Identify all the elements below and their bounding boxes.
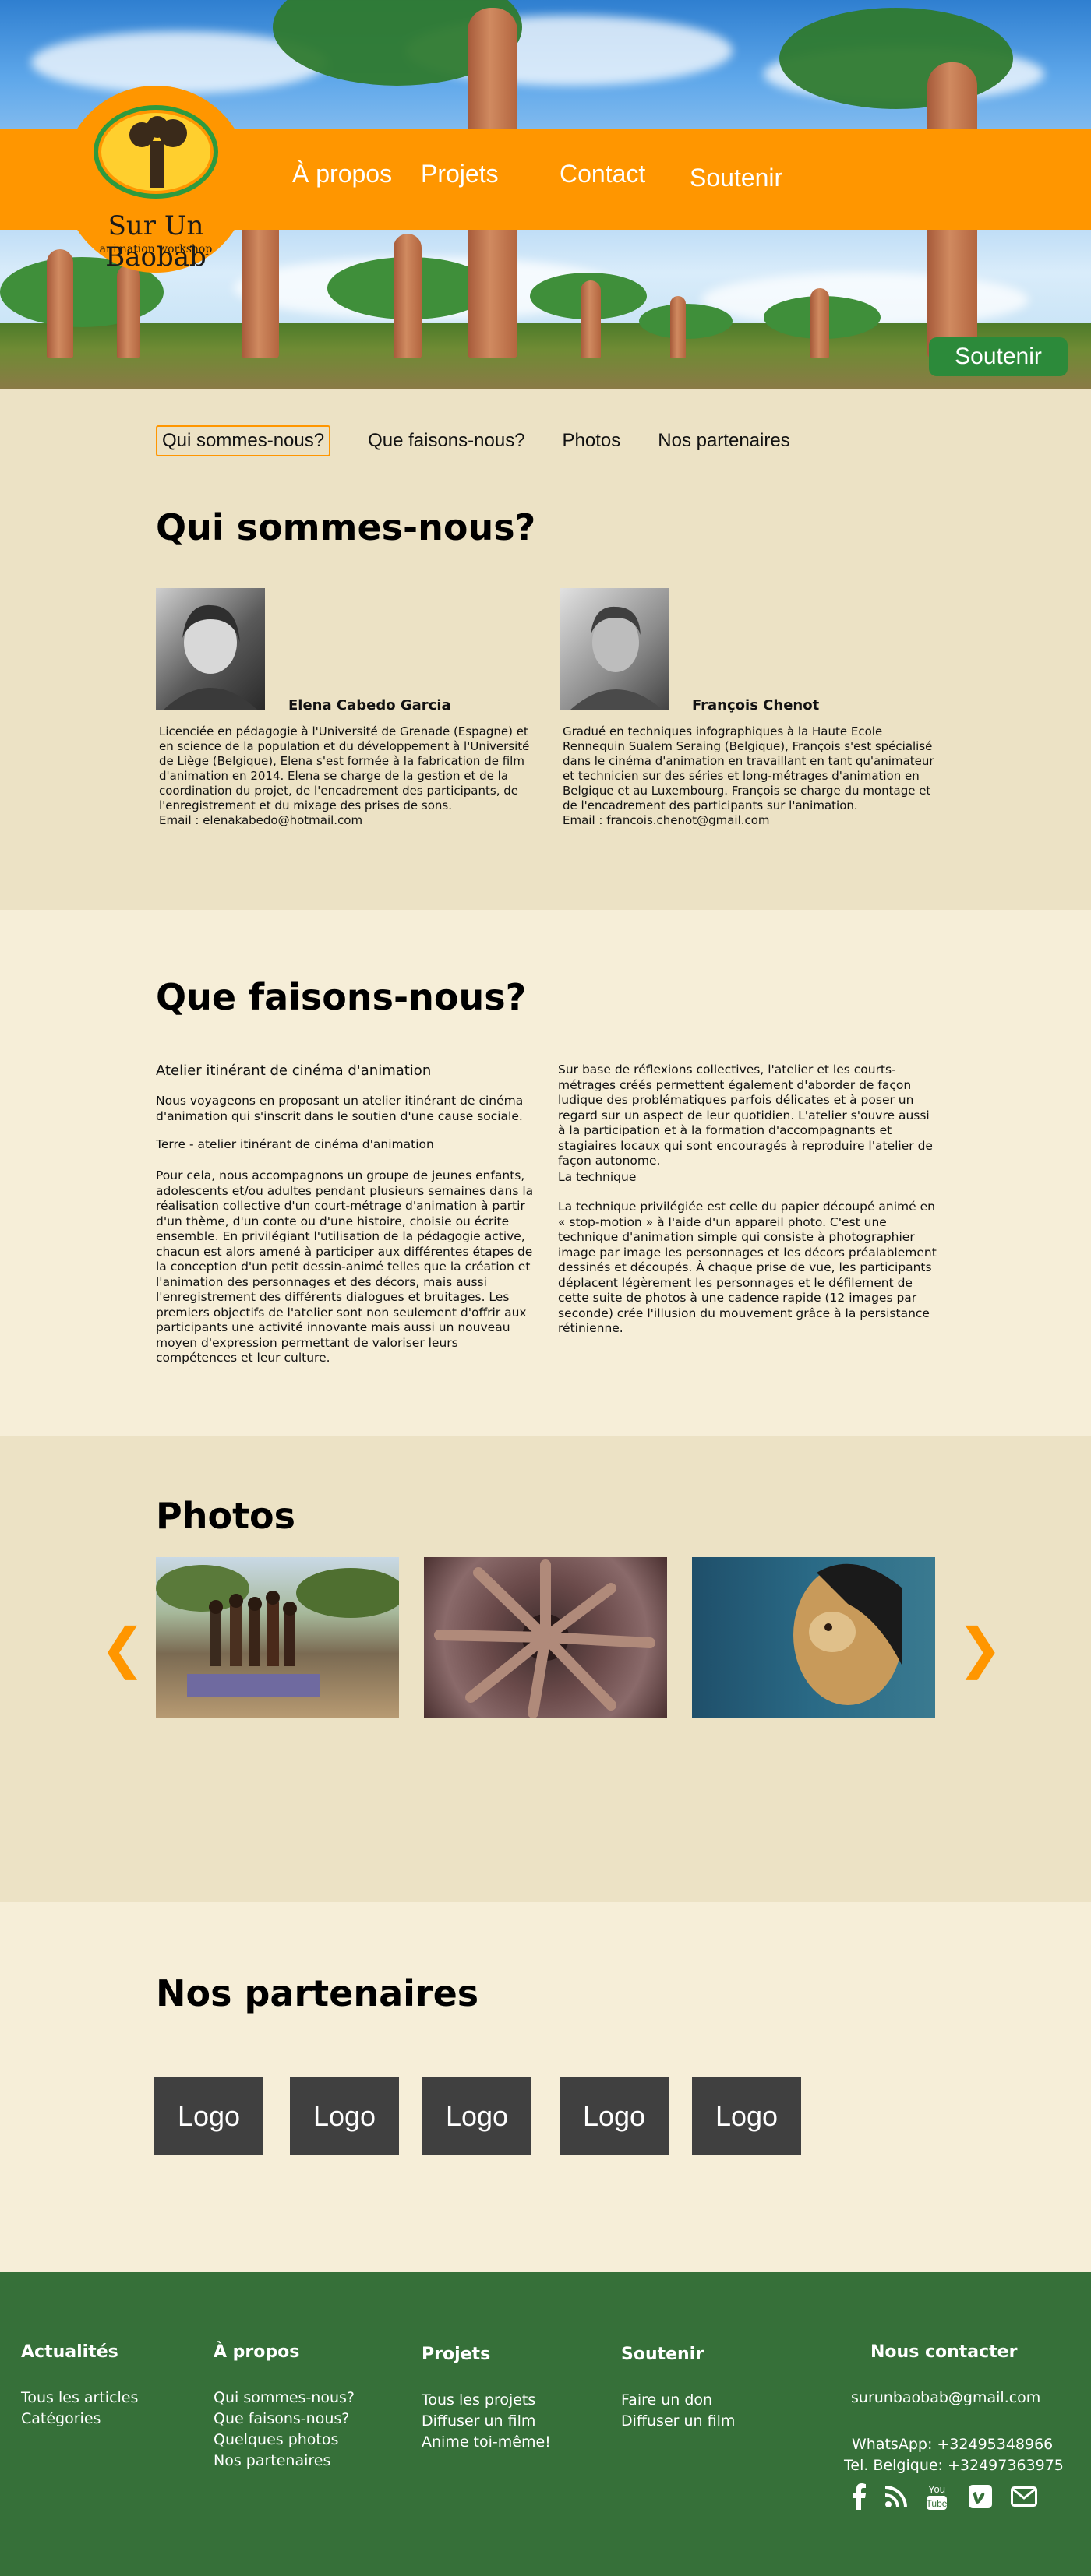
baobab-logo-icon [101, 113, 210, 191]
paragraph: Nous voyageons en proposant un atelier i… [156, 1094, 524, 1123]
partner-logo[interactable]: Logo [154, 2077, 263, 2155]
support-button[interactable]: Soutenir [929, 337, 1068, 376]
facebook-icon[interactable] [842, 2481, 876, 2512]
nav-support[interactable]: Soutenir [690, 164, 782, 192]
footer-link[interactable]: Qui sommes-nous? [214, 2389, 355, 2406]
subnav-partners[interactable]: Nos partenaires [658, 430, 789, 452]
footer-link[interactable]: Diffuser un film [621, 2412, 735, 2430]
baobab-trunk [117, 265, 140, 358]
person-bio: Licenciée en pédagogie à l'Université de… [159, 724, 541, 828]
person-email: Email : elenakabedo@hotmail.com [159, 813, 363, 827]
section-title: Qui sommes-nous? [156, 506, 536, 548]
email-icon[interactable] [1007, 2481, 1041, 2512]
vimeo-icon[interactable] [963, 2481, 997, 2512]
partner-logo[interactable]: Logo [560, 2077, 669, 2155]
tree-crown [779, 8, 1013, 109]
subnav-who[interactable]: Qui sommes-nous? [156, 425, 331, 456]
column-heading: Atelier itinérant de cinéma d'animation [156, 1062, 432, 1079]
children-photo-icon [156, 1565, 399, 1697]
footer-link[interactable]: Quelques photos [214, 2431, 338, 2448]
footer-link[interactable]: Nos partenaires [214, 2452, 330, 2469]
footer-link[interactable]: Tous les articles [21, 2389, 138, 2406]
footer-phone: Tel. Belgique: +32497363975 [844, 2457, 1064, 2474]
paragraph: Pour cela, nous accompagnons un groupe d… [156, 1168, 534, 1365]
footer-title-news: Actualités [21, 2342, 118, 2362]
logo-subtitle: animation workshop [99, 243, 213, 255]
gallery-photo[interactable] [692, 1557, 935, 1718]
logo-emblem [94, 105, 218, 199]
footer-title-about: À propos [214, 2342, 300, 2362]
site-footer: Actualités Tous les articles Catégories … [0, 2272, 1091, 2576]
hands-circle-photo-icon [434, 1559, 655, 1718]
section-title: Que faisons-nous? [156, 976, 527, 1018]
section-subnav: Qui sommes-nous? Que faisons-nous? Photo… [156, 425, 828, 456]
partner-logo[interactable]: Logo [422, 2077, 531, 2155]
logo-title: Sur Un Baobab [105, 210, 207, 273]
paragraph: Sur base de réflexions collectives, l'at… [558, 1062, 933, 1168]
footer-title-projects: Projets [422, 2345, 491, 2364]
gallery-photo[interactable] [424, 1557, 667, 1718]
footer-email[interactable]: surunbaobab@gmail.com [851, 2389, 1040, 2406]
paragraph: Terre - atelier itinérant de cinéma d'an… [156, 1137, 434, 1151]
paragraph: La technique privilégiée est celle du pa… [558, 1200, 937, 1335]
section-partners: Nos partenaires Logo Logo Logo Logo Logo [0, 1902, 1091, 2272]
avatar [156, 588, 265, 710]
footer-link[interactable]: Faire un don [621, 2391, 712, 2409]
gallery-photo[interactable] [156, 1557, 399, 1718]
svg-text:Tube: Tube [927, 2498, 948, 2509]
tree-crown [639, 304, 733, 339]
baobab-trunk [810, 288, 829, 358]
baobab-trunk [394, 234, 422, 358]
baobab-trunk [670, 296, 686, 358]
site-logo[interactable]: Sur Un Baobab animation workshop [62, 86, 249, 273]
chevron-right-icon[interactable]: ❯ [957, 1621, 1003, 1676]
person-photo-icon [570, 606, 662, 710]
nav-contact[interactable]: Contact [560, 160, 645, 189]
column-heading: La technique [558, 1170, 637, 1184]
hero-banner: Sur Un Baobab animation workshop À propo… [0, 0, 1091, 389]
person-email: Email : francois.chenot@gmail.com [563, 813, 770, 827]
youtube-icon[interactable]: You Tube [920, 2481, 954, 2512]
portrait-photo-icon [793, 1563, 902, 1705]
footer-link[interactable]: Tous les projets [422, 2391, 535, 2409]
section-title: Photos [156, 1495, 296, 1537]
subnav-what[interactable]: Que faisons-nous? [368, 430, 524, 452]
partner-logo[interactable]: Logo [290, 2077, 399, 2155]
footer-link[interactable]: Anime toi-même! [422, 2433, 551, 2451]
section-photos: Photos ❮ ❯ [0, 1436, 1091, 1902]
nav-about[interactable]: À propos [292, 160, 392, 189]
partner-logo[interactable]: Logo [692, 2077, 801, 2155]
person-photo-icon [164, 604, 257, 710]
person-name: François Chenot [692, 697, 820, 714]
person-name: Elena Cabedo Garcia [288, 697, 451, 714]
person-bio-text: Gradué en techniques infographiques à la… [563, 724, 934, 812]
footer-link[interactable]: Que faisons-nous? [214, 2410, 349, 2427]
nav-projects[interactable]: Projets [421, 160, 499, 189]
svg-text:You: You [928, 2483, 945, 2495]
chevron-left-icon[interactable]: ❮ [100, 1621, 146, 1676]
section-what: Que faisons-nous? Atelier itinérant de c… [0, 910, 1091, 1436]
section-title: Nos partenaires [156, 1972, 479, 2014]
footer-title-contact: Nous contacter [870, 2342, 1018, 2362]
avatar [560, 588, 669, 710]
subnav-photos[interactable]: Photos [563, 430, 621, 452]
person-bio-text: Licenciée en pédagogie à l'Université de… [159, 724, 530, 812]
rss-icon[interactable] [879, 2481, 913, 2512]
section-who: Qui sommes-nous? Que faisons-nous? Photo… [0, 389, 1091, 910]
baobab-trunk [581, 280, 601, 358]
footer-title-support: Soutenir [621, 2345, 704, 2364]
person-bio: Gradué en techniques infographiques à la… [563, 724, 944, 828]
footer-link[interactable]: Diffuser un film [422, 2412, 535, 2430]
footer-link[interactable]: Catégories [21, 2410, 101, 2427]
footer-whatsapp: WhatsApp: +32495348966 [852, 2436, 1054, 2453]
